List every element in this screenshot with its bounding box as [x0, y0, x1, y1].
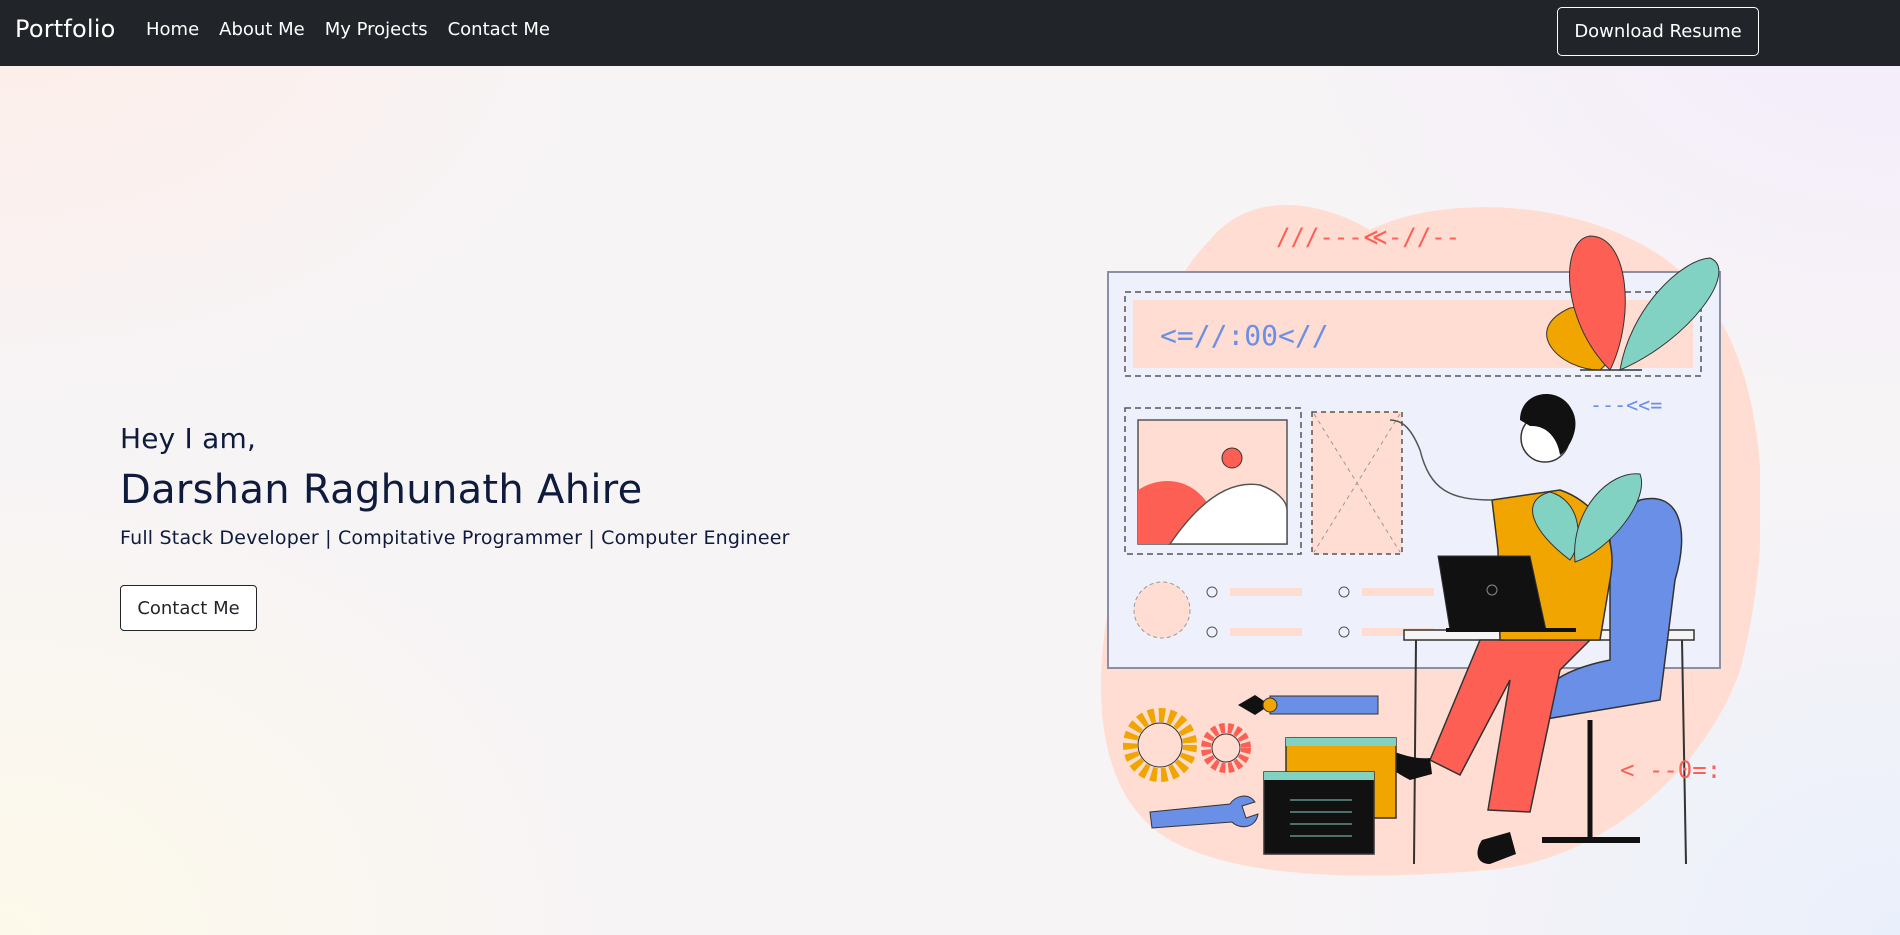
laptop-icon — [1437, 555, 1547, 631]
nav-projects[interactable]: My Projects — [325, 19, 428, 40]
sun-icon — [1221, 447, 1243, 469]
nav-home[interactable]: Home — [146, 19, 199, 40]
developer-at-laptop-illustration: ///---≪-//-- <=//:00<// ---<<= < --0=: — [1100, 205, 1760, 876]
list-line — [1362, 588, 1434, 596]
list-line — [1230, 588, 1302, 596]
pen-grip — [1262, 697, 1278, 713]
nav-menu: Home About Me My Projects Contact Me — [146, 19, 570, 40]
code-glyph-top: ///---≪-//-- — [1276, 223, 1460, 251]
pen-tool-icon — [1269, 695, 1379, 715]
terminal-header — [1264, 772, 1374, 780]
avatar-placeholder — [1133, 581, 1191, 639]
gear-small-hub — [1211, 733, 1241, 763]
hero-greeting: Hey I am, — [120, 422, 257, 455]
terminal-window-front — [1263, 771, 1375, 855]
terminal-header — [1286, 738, 1396, 746]
hero-contact-button[interactable]: Contact Me — [120, 585, 257, 631]
download-resume-button[interactable]: Download Resume — [1557, 7, 1759, 56]
list-line — [1230, 628, 1302, 636]
nav-about[interactable]: About Me — [219, 19, 305, 40]
hero-tagline: Full Stack Developer | Compitative Progr… — [120, 527, 790, 549]
hero-name: Darshan Raghunath Ahire — [120, 467, 643, 513]
nav-contact[interactable]: Contact Me — [448, 19, 550, 40]
code-glyph-bottom-right: < --0=: — [1620, 756, 1721, 784]
top-navbar: Portfolio Home About Me My Projects Cont… — [0, 0, 1900, 66]
hero-intro: Hey I am, Darshan Raghunath Ahire Full S… — [120, 422, 790, 549]
brand-logo[interactable]: Portfolio — [15, 15, 116, 43]
code-glyph-right: ---<<= — [1590, 393, 1662, 417]
gear-large-hub — [1137, 722, 1183, 768]
code-glyph-banner: <=//:00<// — [1160, 319, 1329, 352]
